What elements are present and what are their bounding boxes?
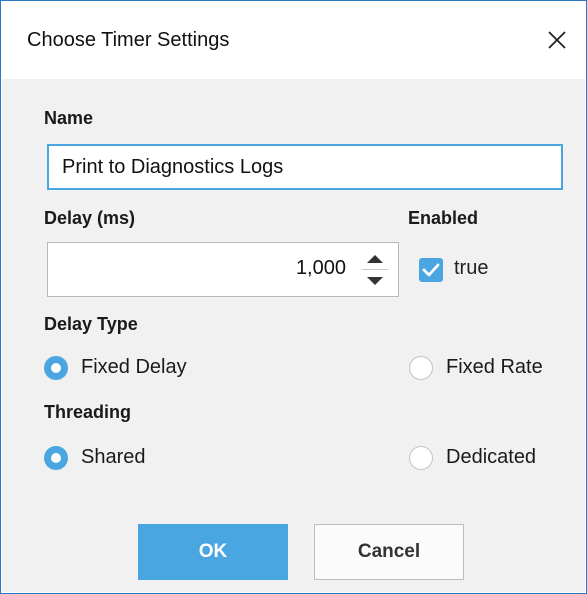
- radio-fixed-delay[interactable]: [44, 356, 68, 380]
- title-bar: Choose Timer Settings: [2, 2, 585, 79]
- close-icon: [548, 31, 566, 49]
- radio-dedicated[interactable]: [409, 446, 433, 470]
- delay-type-label: Delay Type: [44, 314, 138, 334]
- radio-shared-label[interactable]: Shared: [81, 446, 146, 469]
- radio-shared[interactable]: [44, 446, 68, 470]
- spinner-buttons: [360, 249, 390, 291]
- checkmark-icon: [422, 263, 440, 277]
- radio-dedicated-label[interactable]: Dedicated: [446, 446, 536, 469]
- chevron-up-icon: [367, 255, 383, 263]
- cancel-button[interactable]: Cancel: [314, 524, 464, 580]
- close-button[interactable]: [537, 20, 577, 60]
- spinner-divider: [362, 269, 388, 270]
- dialog-title: Choose Timer Settings: [27, 29, 230, 51]
- delay-label: Delay (ms): [44, 208, 136, 228]
- delay-spinner[interactable]: 1,000: [47, 242, 399, 297]
- delay-value[interactable]: 1,000: [296, 257, 346, 280]
- timer-settings-dialog: Choose Timer Settings Name Delay (ms) 1,…: [0, 0, 587, 594]
- chevron-down-icon: [367, 277, 383, 285]
- radio-fixed-rate[interactable]: [409, 356, 433, 380]
- threading-label: Threading: [44, 402, 132, 422]
- radio-fixed-delay-label[interactable]: Fixed Delay: [81, 356, 187, 379]
- name-input[interactable]: [47, 144, 563, 190]
- ok-button[interactable]: OK: [138, 524, 288, 580]
- enabled-checkbox-label[interactable]: true: [454, 257, 488, 280]
- name-label: Name: [44, 108, 94, 128]
- decrement-button[interactable]: [360, 271, 390, 291]
- enabled-checkbox[interactable]: [419, 258, 443, 282]
- radio-fixed-rate-label[interactable]: Fixed Rate: [446, 356, 543, 379]
- increment-button[interactable]: [360, 249, 390, 269]
- enabled-label: Enabled: [408, 208, 479, 228]
